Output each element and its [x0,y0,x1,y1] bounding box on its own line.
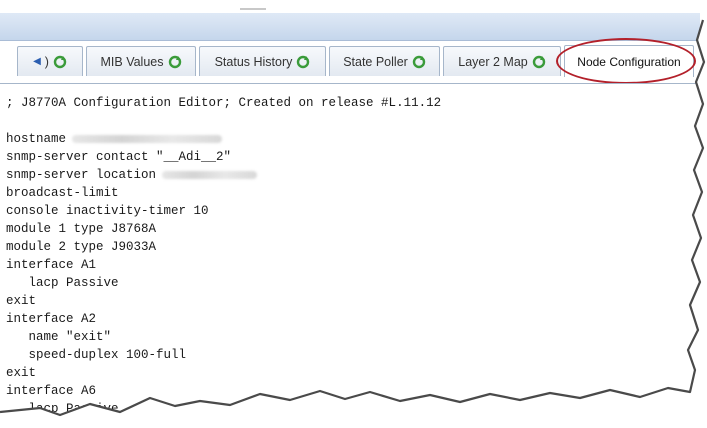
config-line: name "exit" [6,330,112,344]
config-line: module 2 type J9033A [6,240,157,254]
redacted-hostname [72,134,223,143]
refresh-icon[interactable] [296,55,310,69]
refresh-icon[interactable] [412,55,426,69]
config-line: interface A6 [6,384,97,398]
config-line: hostname [6,130,223,148]
config-line: ; J8770A Configuration Editor; Created o… [6,96,442,110]
config-line: snmp-server location [6,166,258,184]
config-line: exit [6,366,37,380]
tab-label: State Poller [343,54,408,69]
tab-scroll-left[interactable]: ◀ ) [17,46,83,76]
window-top-strip [0,0,707,13]
refresh-icon[interactable] [53,55,67,69]
tab-status-history[interactable]: Status History [199,46,326,76]
tab-label: ) [44,54,49,69]
tab-label: Node Configuration [577,54,681,69]
config-line: snmp-server contact "__Adi__2" [6,150,232,164]
resize-grip[interactable] [240,8,266,10]
config-line: speed-duplex 100-full [6,348,187,362]
config-line: console inactivity-timer 10 [6,204,209,218]
refresh-icon[interactable] [168,55,182,69]
left-arrow-icon[interactable]: ◀ [33,56,41,67]
config-text: snmp-server location [6,168,157,182]
tab-label: Layer 2 Map [458,54,528,69]
refresh-icon[interactable] [532,55,546,69]
redacted-location [162,170,258,179]
config-text: hostname [6,132,67,146]
config-text-panel[interactable]: ; J8770A Configuration Editor; Created o… [0,83,700,428]
tab-state-poller[interactable]: State Poller [329,46,440,76]
config-line: lacp Passive [6,276,119,290]
config-line: exit [6,294,37,308]
config-line: lacp Passive [6,402,119,416]
config-line: interface A2 [6,312,97,326]
tab-layer-2-map[interactable]: Layer 2 Map [443,46,561,76]
tab-label: Status History [214,54,293,69]
tab-mib-values[interactable]: MIB Values [86,46,196,76]
config-line: broadcast-limit [6,186,119,200]
config-line: interface A1 [6,258,97,272]
tab-node-configuration[interactable]: Node Configuration [564,45,694,77]
tab-label: MIB Values [100,54,164,69]
config-line: module 1 type J8768A [6,222,157,236]
panel-header-bar [0,13,700,41]
